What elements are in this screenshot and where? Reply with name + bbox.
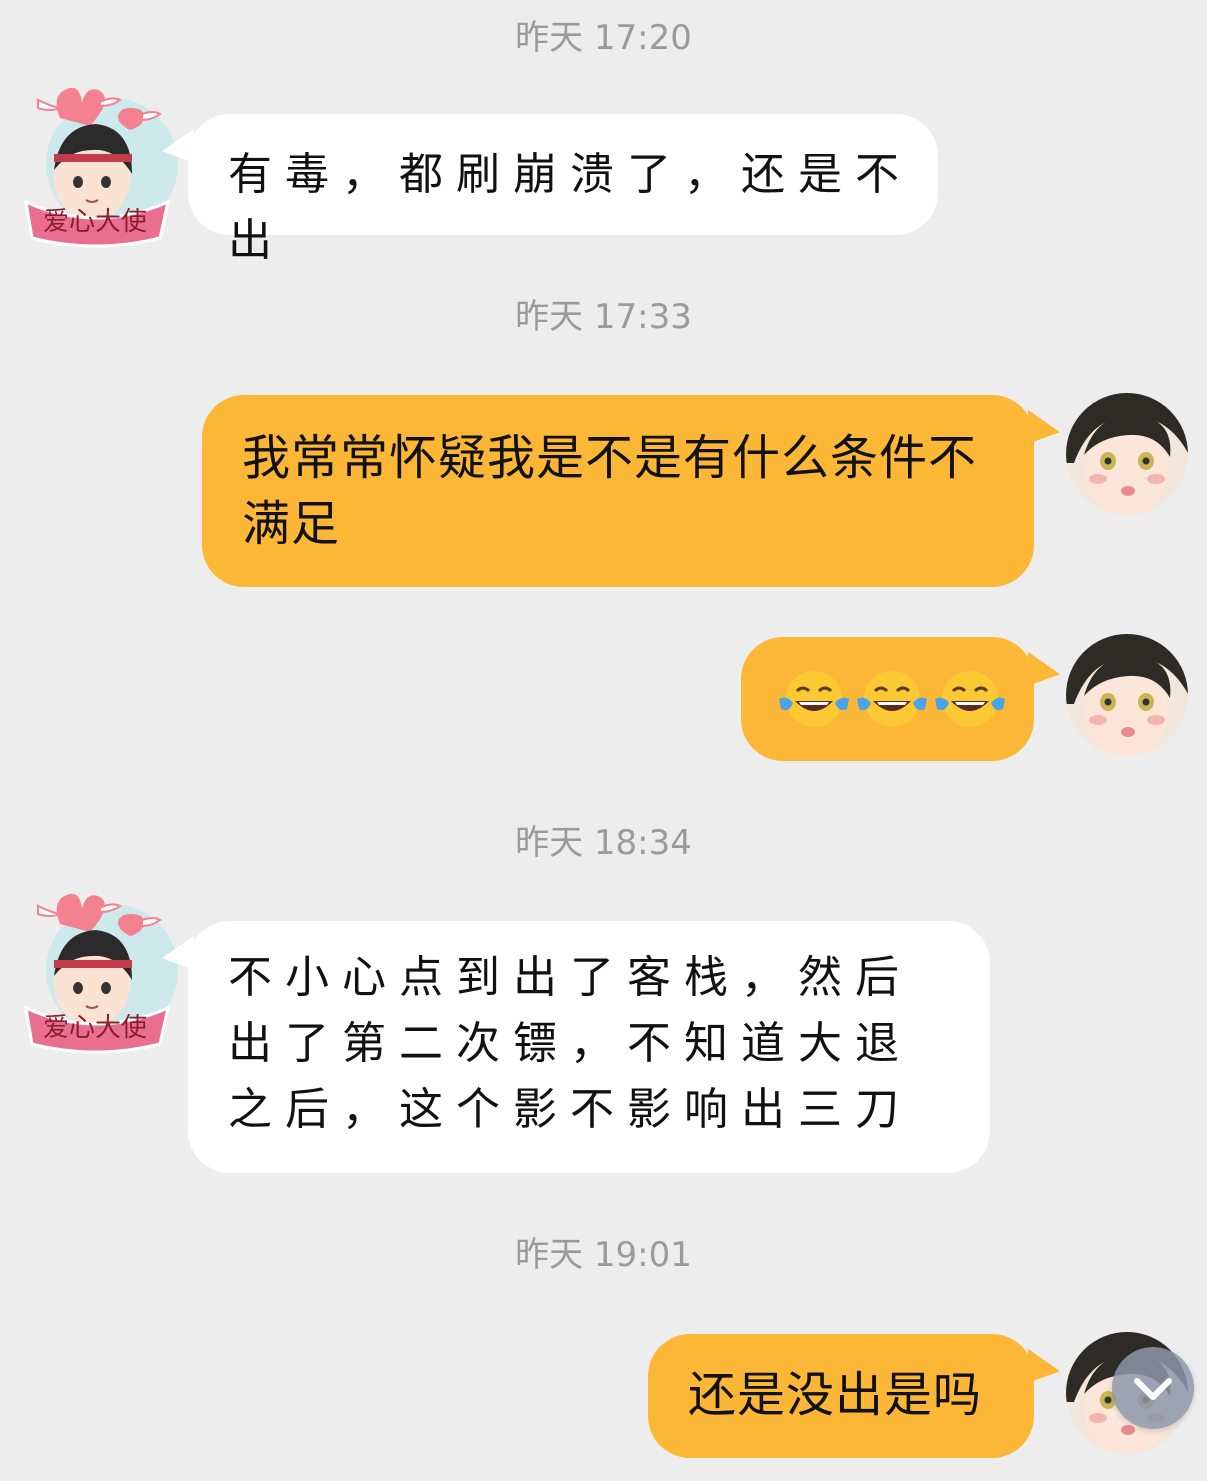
- badge-label: 爱心大使: [43, 207, 147, 237]
- message-text: 不小心点到出了客栈，然后出了第二次镖，不知道大退之后，这个影不影响出三刀: [228, 952, 912, 1135]
- scroll-to-bottom-button[interactable]: [1112, 1347, 1194, 1429]
- contact-avatar[interactable]: 爱心大使: [20, 884, 178, 1054]
- chevron-down-icon: [1134, 1378, 1172, 1400]
- timestamp: 昨天 19:01: [515, 1235, 692, 1275]
- timestamp: 昨天 18:34: [515, 823, 692, 863]
- tears-of-joy-emoji-icon: [935, 671, 1005, 727]
- message-bubble-outgoing[interactable]: [741, 637, 1060, 761]
- message-bubble-outgoing[interactable]: 还是没出是吗: [648, 1334, 1060, 1458]
- user-avatar[interactable]: [1066, 634, 1188, 756]
- user-avatar[interactable]: [1066, 393, 1188, 515]
- message-text: 我常常怀疑我是不是有什么条件不满足: [242, 430, 978, 552]
- message-bubble-incoming[interactable]: 不小心点到出了客栈，然后出了第二次镖，不知道大退之后，这个影不影响出三刀: [162, 921, 990, 1173]
- tears-of-joy-emoji-icon: [857, 671, 927, 727]
- emoji-row: [777, 669, 1034, 729]
- message-bubble-outgoing[interactable]: 我常常怀疑我是不是有什么条件不满足: [202, 395, 1060, 587]
- contact-avatar[interactable]: 爱心大使: [20, 78, 178, 248]
- message-text: 有毒，都刷崩溃了，还是不出: [228, 149, 912, 266]
- message-bubble-incoming[interactable]: 有毒，都刷崩溃了，还是不出: [162, 114, 938, 266]
- timestamp: 昨天 17:20: [515, 18, 692, 58]
- badge-label: 爱心大使: [43, 1013, 147, 1043]
- message-text: 还是没出是吗: [688, 1367, 983, 1423]
- bubble-tail: [1028, 409, 1060, 455]
- tears-of-joy-emoji-icon: [779, 671, 849, 727]
- timestamp: 昨天 17:33: [515, 297, 692, 337]
